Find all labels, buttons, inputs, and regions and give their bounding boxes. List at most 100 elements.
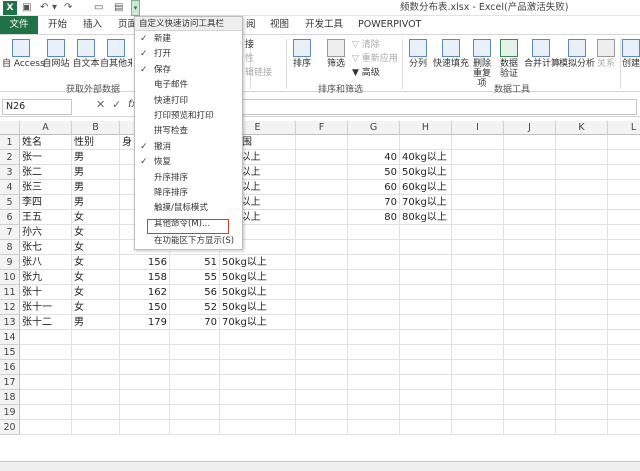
advanced-filter-button[interactable]: ▼ 高级	[352, 67, 380, 79]
tab-home[interactable]: 开始	[48, 16, 67, 34]
cell[interactable]	[348, 300, 400, 315]
cell[interactable]	[348, 255, 400, 270]
cell[interactable]: 张七	[20, 240, 72, 255]
cell[interactable]	[220, 360, 296, 375]
qat-menu-item[interactable]: 触摸/鼠标模式	[135, 201, 242, 216]
cell[interactable]	[170, 405, 220, 420]
cell[interactable]	[556, 195, 608, 210]
name-box[interactable]: N26	[2, 99, 72, 115]
cell[interactable]: 张十一	[20, 300, 72, 315]
cell[interactable]: 姓名	[20, 135, 72, 150]
cell[interactable]	[296, 210, 348, 225]
cell[interactable]	[20, 420, 72, 435]
cell[interactable]: 179	[120, 315, 170, 330]
row-header[interactable]: 1	[0, 135, 20, 150]
cell[interactable]	[556, 300, 608, 315]
cell[interactable]	[504, 345, 556, 360]
flash-fill-button[interactable]: 快速填充	[432, 39, 470, 69]
connections-partial[interactable]: 接	[245, 39, 254, 51]
select-all-corner[interactable]	[0, 121, 20, 135]
remove-duplicates-button[interactable]: 删除重复项	[470, 39, 494, 89]
row-header[interactable]: 13	[0, 315, 20, 330]
cell[interactable]	[400, 255, 452, 270]
cell[interactable]	[220, 345, 296, 360]
cell[interactable]	[504, 210, 556, 225]
cell[interactable]: 150	[120, 300, 170, 315]
cell[interactable]	[296, 345, 348, 360]
relationships-button[interactable]: 关系	[596, 39, 616, 69]
cell[interactable]	[170, 345, 220, 360]
from-text-button[interactable]: 自文本	[72, 39, 100, 69]
cell[interactable]	[556, 225, 608, 240]
cell[interactable]: 李四	[20, 195, 72, 210]
cell[interactable]	[452, 375, 504, 390]
filter-button[interactable]: 筛选	[322, 39, 350, 69]
cell[interactable]: 70kg以上	[220, 315, 296, 330]
cell[interactable]	[170, 420, 220, 435]
qat-menu-item[interactable]: 快速打印	[135, 94, 242, 109]
cell[interactable]: 男	[72, 315, 120, 330]
cell[interactable]	[348, 285, 400, 300]
cell[interactable]	[400, 285, 452, 300]
new-file-icon[interactable]: ▭	[94, 1, 103, 15]
cell[interactable]: 70kg以上	[400, 195, 452, 210]
qat-menu-item[interactable]: 降序排序	[135, 186, 242, 201]
column-header-f[interactable]: F	[296, 121, 348, 135]
undo-dropdown-icon[interactable]: ▾	[52, 1, 57, 15]
cell[interactable]	[120, 405, 170, 420]
from-access-button[interactable]: 自 Access	[2, 39, 45, 69]
cell[interactable]	[608, 405, 640, 420]
open-folder-icon[interactable]: ▤	[114, 1, 123, 15]
cell[interactable]	[348, 270, 400, 285]
cell[interactable]	[504, 420, 556, 435]
column-header-g[interactable]: G	[348, 121, 400, 135]
cell[interactable]	[556, 285, 608, 300]
cell[interactable]: 50kg以上	[220, 285, 296, 300]
cell[interactable]	[400, 240, 452, 255]
cell[interactable]	[608, 300, 640, 315]
tab-view[interactable]: 视图	[270, 16, 289, 34]
cell[interactable]	[504, 150, 556, 165]
tab-developer[interactable]: 开发工具	[305, 16, 343, 34]
cell[interactable]	[608, 150, 640, 165]
row-header[interactable]: 14	[0, 330, 20, 345]
sort-button[interactable]: 排序	[290, 39, 314, 69]
cell[interactable]	[348, 225, 400, 240]
qat-menu-item[interactable]: 电子邮件	[135, 78, 242, 93]
row-header[interactable]: 10	[0, 270, 20, 285]
cell[interactable]: 男	[72, 165, 120, 180]
cell[interactable]	[170, 330, 220, 345]
column-header-l[interactable]: L	[608, 121, 640, 135]
tab-file[interactable]: 文件	[0, 16, 38, 34]
what-if-analysis-button[interactable]: 模拟分析	[558, 39, 596, 69]
cell[interactable]	[608, 270, 640, 285]
column-header-h[interactable]: H	[400, 121, 452, 135]
cell[interactable]	[20, 390, 72, 405]
cell[interactable]	[608, 315, 640, 330]
cell[interactable]	[452, 195, 504, 210]
column-header-b[interactable]: B	[72, 121, 120, 135]
cell[interactable]	[348, 330, 400, 345]
cell[interactable]	[400, 300, 452, 315]
cell[interactable]	[220, 405, 296, 420]
cell[interactable]	[20, 375, 72, 390]
cell[interactable]	[296, 270, 348, 285]
cell[interactable]	[556, 405, 608, 420]
row-header[interactable]: 11	[0, 285, 20, 300]
cell[interactable]	[608, 225, 640, 240]
cell[interactable]: 男	[72, 150, 120, 165]
cell[interactable]	[452, 180, 504, 195]
qat-menu-item[interactable]: ✓ 打开	[135, 47, 242, 62]
cell[interactable]	[452, 225, 504, 240]
properties-partial[interactable]: 性	[245, 53, 254, 65]
tab-review[interactable]: 阅	[246, 16, 256, 34]
cell[interactable]	[120, 390, 170, 405]
cell[interactable]	[608, 180, 640, 195]
cell[interactable]	[608, 330, 640, 345]
cell[interactable]: 40kg以上	[400, 150, 452, 165]
cell[interactable]: 162	[120, 285, 170, 300]
cell[interactable]	[296, 405, 348, 420]
cell[interactable]	[120, 360, 170, 375]
cancel-icon[interactable]: ✕	[96, 98, 105, 111]
cell[interactable]	[296, 255, 348, 270]
